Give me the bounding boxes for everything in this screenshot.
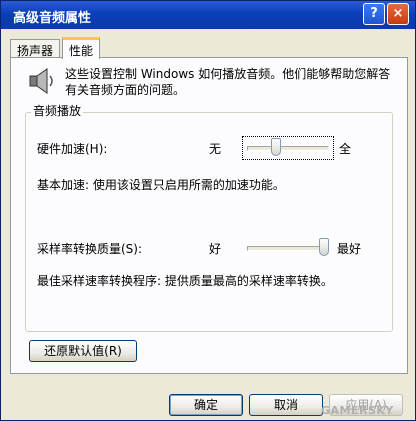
slider-track [247,146,329,151]
tab-speakers[interactable]: 扬声器 [10,39,61,58]
audio-playback-group-title: 音频播放 [31,102,84,119]
sample-rate-status: 最佳采样速率转换程序: 提供质量最高的采样速率转换。 [37,274,333,288]
restore-defaults-button[interactable]: 还原默认值(R) [29,340,137,362]
description-text: 这些设置控制 Windows 如何播放音频。他们能够帮助您解答有关音频方面的问题… [65,67,391,97]
advanced-audio-properties-dialog: 高级音频属性 ? × 扬声器 性能 这些设置控制 Windows 如何播放音频。… [0,0,416,421]
title-bar[interactable]: 高级音频属性 ? × [1,1,415,29]
slider-thumb[interactable] [319,238,329,256]
close-button[interactable]: × [387,3,409,25]
help-button[interactable]: ? [363,3,385,25]
window-title: 高级音频属性 [13,11,92,26]
sample-rate-min-label: 好 [209,242,222,256]
hardware-acceleration-slider[interactable] [242,136,334,160]
slider-thumb[interactable] [270,138,281,156]
slider-track [247,246,329,251]
speaker-icon [29,68,53,94]
hardware-acceleration-status: 基本加速: 使用该设置只启用所需的加速功能。 [37,178,285,192]
tab-performance[interactable]: 性能 [62,37,101,59]
hardware-acceleration-max-label: 全 [339,142,352,156]
sample-rate-max-label: 最好 [337,242,362,256]
cancel-button[interactable]: 取消 [249,394,323,416]
performance-panel: 这些设置控制 Windows 如何播放音频。他们能够帮助您解答有关音频方面的问题… [10,57,408,374]
hardware-acceleration-label: 硬件加速(H): [37,142,108,156]
watermark: GAMERSKY [321,404,394,417]
hardware-acceleration-min-label: 无 [209,142,222,156]
ok-button[interactable]: 确定 [169,394,243,416]
sample-rate-quality-label: 采样率转换质量(S): [37,242,143,256]
sample-rate-quality-slider[interactable] [243,237,333,259]
